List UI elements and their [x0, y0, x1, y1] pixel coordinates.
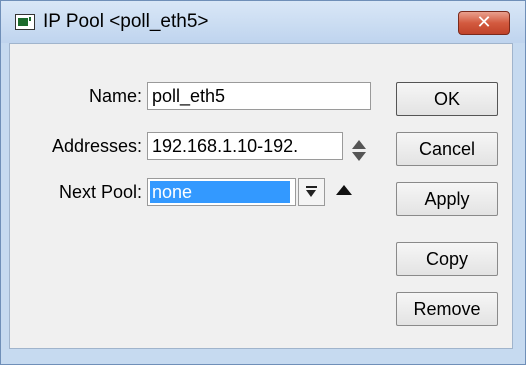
next-pool-select[interactable]: none — [147, 178, 296, 206]
addresses-updown-icon[interactable] — [352, 140, 366, 162]
arrow-up-icon[interactable] — [352, 140, 366, 149]
cancel-button[interactable]: Cancel — [396, 132, 498, 166]
copy-button[interactable]: Copy — [396, 242, 498, 276]
ok-button[interactable]: OK — [396, 82, 498, 116]
name-input[interactable]: poll_eth5 — [147, 82, 371, 110]
name-label: Name: — [88, 86, 142, 106]
close-button[interactable]: ✕ — [458, 11, 510, 35]
app-window-icon — [15, 14, 35, 30]
addresses-input[interactable]: 192.168.1.10-192. — [147, 132, 343, 160]
arrow-down-icon[interactable] — [352, 152, 366, 161]
dropdown-arrow-icon[interactable] — [298, 178, 325, 206]
title-bar[interactable]: IP Pool <poll_eth5> ✕ — [1, 1, 525, 43]
dialog-window: IP Pool <poll_eth5> ✕ Name: poll_eth5 Ad… — [0, 0, 526, 365]
next-pool-label: Next Pool: — [58, 182, 142, 202]
window-title: IP Pool <poll_eth5> — [43, 11, 209, 32]
add-pool-up-arrow-icon[interactable] — [336, 185, 352, 195]
remove-button[interactable]: Remove — [396, 292, 498, 326]
next-pool-selected-value[interactable]: none — [150, 181, 290, 203]
apply-button[interactable]: Apply — [396, 182, 498, 216]
addresses-label: Addresses: — [51, 136, 142, 156]
dialog-body: Name: poll_eth5 Addresses: 192.168.1.10-… — [9, 43, 513, 349]
